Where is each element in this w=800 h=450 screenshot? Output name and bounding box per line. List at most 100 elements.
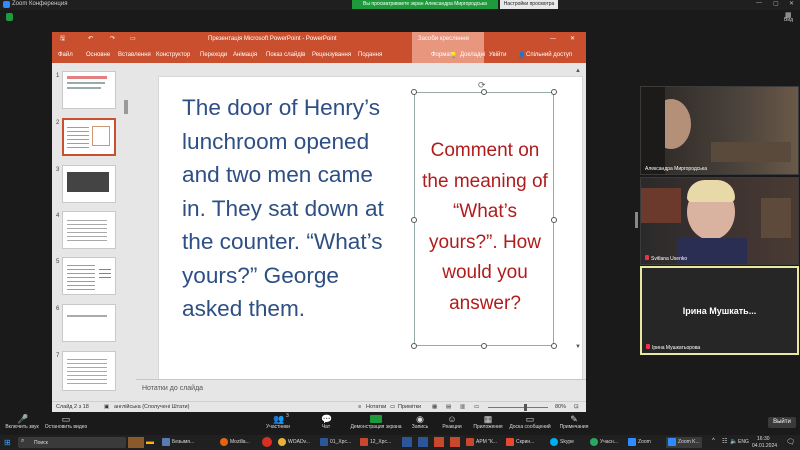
app-icon[interactable] bbox=[450, 437, 460, 447]
tab-file[interactable]: Файл bbox=[58, 52, 73, 58]
notifications-icon[interactable]: 🗨 bbox=[786, 438, 795, 446]
taskbar-search[interactable]: ⌕ Поиск bbox=[18, 437, 126, 448]
network-icon[interactable]: ☷ bbox=[722, 438, 727, 445]
reading-view-icon[interactable]: ▥ bbox=[460, 402, 465, 413]
panel-resize-handle[interactable] bbox=[635, 212, 638, 228]
taskbar-app[interactable]: 01_Хрс... bbox=[320, 437, 351, 448]
resize-handle[interactable] bbox=[551, 217, 557, 223]
resize-handle[interactable] bbox=[411, 89, 417, 95]
slide-thumbnail[interactable] bbox=[62, 71, 116, 109]
slide-thumbnail-selected[interactable] bbox=[62, 118, 116, 156]
selected-text-box[interactable]: Comment on the meaning of “What’s yours?… bbox=[411, 80, 557, 349]
fit-slide-icon[interactable]: ⊡ bbox=[574, 402, 579, 413]
tab-review[interactable]: Рецензування bbox=[312, 52, 351, 58]
slide-thumbnail[interactable] bbox=[62, 165, 116, 203]
normal-view-icon[interactable]: ▦ bbox=[432, 402, 437, 413]
app-icon[interactable] bbox=[434, 437, 444, 447]
scroll-down-icon[interactable]: ▼ bbox=[575, 344, 581, 350]
app-icon[interactable] bbox=[402, 437, 412, 447]
slide-question-text[interactable]: Comment on the meaning of “What’s yours?… bbox=[420, 136, 550, 319]
stop-video-button[interactable]: ▭ Остановить видео bbox=[44, 413, 88, 431]
resize-handle[interactable] bbox=[411, 343, 417, 349]
comments-icon[interactable]: ▭ bbox=[390, 402, 395, 413]
taskbar-app[interactable]: Безымя... bbox=[162, 437, 194, 448]
tray-arrow-icon[interactable]: ^ bbox=[712, 438, 715, 444]
sign-in-link[interactable]: Увійти bbox=[489, 52, 506, 58]
video-tile[interactable]: Александра Миргородська bbox=[640, 86, 799, 175]
taskbar-app[interactable]: АРМ "К... bbox=[466, 437, 497, 448]
tab-insert[interactable]: Вставлення bbox=[118, 52, 151, 58]
language-label[interactable]: англійська (Сполучені Штати) bbox=[114, 402, 189, 413]
view-label[interactable]: Вид bbox=[784, 17, 793, 23]
maximize-icon[interactable]: ▢ bbox=[773, 0, 779, 7]
app-icon[interactable] bbox=[262, 437, 272, 447]
taskbar-app[interactable]: Скрин... bbox=[506, 437, 534, 448]
participants-button[interactable]: 👥 Участники bbox=[256, 413, 300, 431]
tab-home[interactable]: Основне bbox=[86, 52, 110, 58]
resize-handle[interactable] bbox=[551, 343, 557, 349]
slide-canvas[interactable]: The door of Henry’s lunchroom opened and… bbox=[158, 76, 583, 388]
tab-animations[interactable]: Анімація bbox=[233, 52, 257, 58]
tab-slideshow[interactable]: Показ слайдів bbox=[266, 52, 305, 58]
unmute-button[interactable]: 🎤 Включить звук bbox=[0, 413, 44, 431]
ppt-close-icon[interactable]: ✕ bbox=[570, 32, 575, 47]
minimize-icon[interactable]: — bbox=[756, 0, 762, 6]
shield-icon[interactable] bbox=[6, 13, 13, 21]
taskbar-app[interactable]: Zoom bbox=[628, 437, 651, 448]
scroll-up-icon[interactable]: ▲ bbox=[575, 68, 581, 74]
volume-icon[interactable]: 🔈 bbox=[730, 438, 737, 445]
zoom-slider[interactable] bbox=[488, 407, 548, 408]
zoom-slider-thumb[interactable] bbox=[524, 404, 527, 411]
file-explorer-icon[interactable]: ▬ bbox=[146, 437, 160, 448]
resize-handle[interactable] bbox=[481, 343, 487, 349]
video-tile-active[interactable]: Ірина Мушкать... Ірина Мушкатьорова bbox=[640, 266, 799, 355]
sorter-view-icon[interactable]: ▤ bbox=[446, 402, 451, 413]
ppt-minimize-icon[interactable]: — bbox=[550, 32, 556, 47]
comments-toggle[interactable]: Примітки bbox=[398, 402, 421, 413]
tab-design[interactable]: Конструктор bbox=[156, 52, 190, 58]
undo-icon[interactable]: ↶ bbox=[88, 32, 93, 47]
slide-thumbnail[interactable] bbox=[62, 304, 116, 342]
widget-icon[interactable] bbox=[128, 437, 144, 448]
whiteboard-button[interactable]: ▭ Доска сообщений bbox=[508, 413, 552, 431]
zoom-level[interactable]: 80% bbox=[555, 402, 566, 413]
windows-start-icon[interactable]: ⊞ bbox=[4, 438, 11, 447]
app-icon[interactable] bbox=[418, 437, 428, 447]
slide-thumbnail[interactable] bbox=[62, 351, 116, 391]
slideshow-icon[interactable]: ▭ bbox=[130, 32, 136, 47]
resize-handle[interactable] bbox=[411, 217, 417, 223]
chat-button[interactable]: 💬 Чат bbox=[304, 413, 348, 431]
spellcheck-icon[interactable]: ▣ bbox=[104, 402, 109, 413]
video-tile[interactable]: Svitlana Usenko bbox=[640, 177, 799, 265]
slide-body-text[interactable]: The door of Henry’s lunchroom opened and… bbox=[182, 91, 402, 326]
notes-icon[interactable]: ≡ bbox=[358, 402, 361, 413]
view-options-button[interactable]: Настройки просмотра bbox=[500, 0, 558, 9]
taskbar-app[interactable]: WOADv... bbox=[278, 437, 310, 448]
taskbar-app[interactable]: Учасн... bbox=[590, 437, 618, 448]
close-icon[interactable]: ✕ bbox=[789, 0, 794, 7]
save-icon[interactable]: 🖫 bbox=[60, 32, 65, 47]
tab-transitions[interactable]: Переходи bbox=[200, 52, 227, 58]
tell-me[interactable]: Докладні bbox=[460, 52, 485, 58]
share-icon[interactable]: 👤 bbox=[518, 52, 525, 59]
share-button[interactable]: Спільний доступ bbox=[526, 52, 572, 58]
taskbar-app[interactable]: 12_Хрс... bbox=[360, 437, 391, 448]
taskbar-app-active[interactable]: Zoom K... bbox=[666, 437, 702, 448]
clock-date[interactable]: 04.01.2024 bbox=[752, 443, 777, 449]
notes-toggle[interactable]: Нотатки bbox=[366, 402, 386, 413]
slide-thumbnail[interactable] bbox=[62, 211, 116, 249]
taskbar-app[interactable]: Mozilla... bbox=[220, 437, 250, 448]
slide-thumbnail[interactable] bbox=[62, 257, 116, 295]
notes-button[interactable]: ✎ Примечания bbox=[552, 413, 596, 431]
resize-handle[interactable] bbox=[551, 89, 557, 95]
rotate-handle-icon[interactable]: ⟳ bbox=[478, 80, 486, 91]
notes-pane[interactable]: Нотатки до слайда bbox=[136, 379, 586, 398]
apps-button[interactable]: ▦ Приложения bbox=[466, 413, 510, 431]
clock-time[interactable]: 16:30 bbox=[757, 436, 770, 442]
thumbnail-scrollbar[interactable] bbox=[124, 100, 128, 114]
tab-view[interactable]: Подання bbox=[358, 52, 382, 58]
lightbulb-icon[interactable]: 💡 bbox=[450, 52, 457, 59]
slideshow-view-icon[interactable]: ▭ bbox=[474, 402, 479, 413]
taskbar-app[interactable]: Skype bbox=[550, 437, 574, 448]
redo-icon[interactable]: ↷ bbox=[110, 32, 115, 47]
